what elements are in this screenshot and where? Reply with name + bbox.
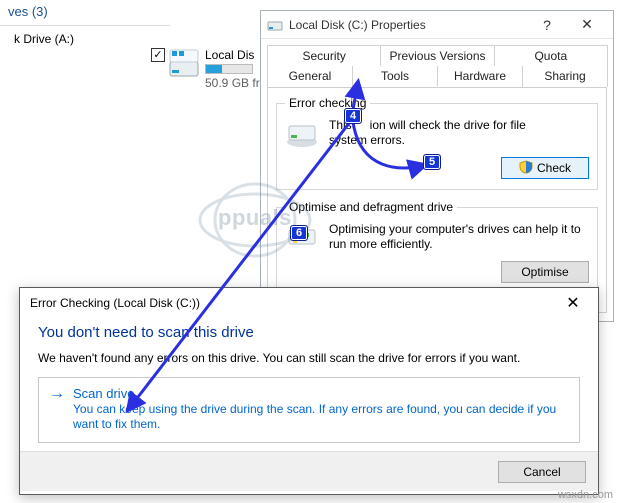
- tab-quota[interactable]: Quota: [494, 45, 608, 66]
- drive-c-text: Local Dis 50.9 GB fr: [205, 48, 260, 90]
- check-button-label: Check: [537, 161, 571, 175]
- drive-a-item[interactable]: k Drive (A:): [0, 30, 170, 50]
- cancel-button-label: Cancel: [523, 465, 560, 479]
- tab-body-tools: Error checking Thisxxxion will check the…: [267, 87, 607, 313]
- drives-group-label: ves (3): [8, 4, 48, 19]
- optimise-button-label: Optimise: [521, 265, 568, 279]
- drive-usage-bar: [205, 64, 253, 74]
- tab-row-bottom: General Tools Hardware Sharing: [267, 66, 607, 87]
- optimise-group: Optimise and defragment drive Optimising…: [276, 200, 598, 294]
- properties-titlebar[interactable]: Local Disk (C:) Properties ? ✕: [261, 11, 613, 39]
- tab-tools[interactable]: Tools: [352, 66, 438, 87]
- error-dialog-subtext: We haven't found any errors on this driv…: [38, 351, 580, 365]
- tab-security[interactable]: Security: [267, 45, 381, 66]
- cancel-button[interactable]: Cancel: [498, 461, 586, 483]
- optimise-button[interactable]: Optimise: [501, 261, 589, 283]
- explorer-drives-group: ves (3) k Drive (A:): [0, 0, 170, 170]
- tab-row-top: Security Previous Versions Quota: [267, 45, 607, 66]
- annotation-badge-6: 6: [290, 225, 308, 241]
- error-checking-group: Error checking Thisxxxion will check the…: [276, 96, 598, 190]
- tab-general[interactable]: General: [267, 66, 353, 87]
- divider: [0, 25, 170, 26]
- drive-icon: [267, 17, 289, 33]
- tab-sharing[interactable]: Sharing: [522, 66, 608, 87]
- error-dialog-title: Error Checking (Local Disk (C:)): [30, 296, 200, 310]
- hard-disk-icon: [169, 48, 199, 80]
- annotation-badge-4: 4: [344, 108, 362, 124]
- arrow-right-icon: →: [49, 386, 65, 402]
- scan-drive-title: Scan drive: [73, 386, 134, 402]
- close-icon[interactable]: ✕: [558, 293, 588, 313]
- error-checking-dialog: Error Checking (Local Disk (C:)) ✕ You d…: [19, 287, 599, 495]
- scan-drive-option[interactable]: → Scan drive You can keep using the driv…: [38, 377, 580, 443]
- scan-drive-desc: You can keep using the drive during the …: [73, 402, 569, 432]
- tab-previous-versions[interactable]: Previous Versions: [380, 45, 494, 66]
- drive-check-icon: [285, 120, 319, 151]
- error-checking-text: Thisxxxion will check the drive for file…: [329, 118, 589, 148]
- close-button[interactable]: ✕: [567, 16, 607, 33]
- error-dialog-footer: Cancel: [20, 451, 598, 491]
- shield-icon: [519, 160, 537, 177]
- site-watermark: wsxdn.com: [558, 489, 613, 501]
- drive-name: Local Dis: [205, 48, 260, 62]
- tabs-container: Security Previous Versions Quota General…: [261, 39, 613, 87]
- help-button[interactable]: ?: [527, 17, 567, 33]
- tab-hardware[interactable]: Hardware: [437, 66, 523, 87]
- error-dialog-heading: You don't need to scan this drive: [38, 324, 580, 341]
- check-button[interactable]: Check: [501, 157, 589, 179]
- error-dialog-titlebar[interactable]: Error Checking (Local Disk (C:)) ✕: [20, 288, 598, 318]
- drive-free-text: 50.9 GB fr: [205, 76, 260, 90]
- appuals-watermark: ppuals: [218, 205, 292, 231]
- drive-checkbox[interactable]: ✓: [151, 48, 165, 62]
- properties-title: Local Disk (C:) Properties: [289, 18, 426, 32]
- optimise-text: Optimising your computer's drives can he…: [329, 222, 589, 252]
- annotation-badge-5: 5: [423, 154, 441, 170]
- drives-group-header: ves (3): [0, 0, 170, 23]
